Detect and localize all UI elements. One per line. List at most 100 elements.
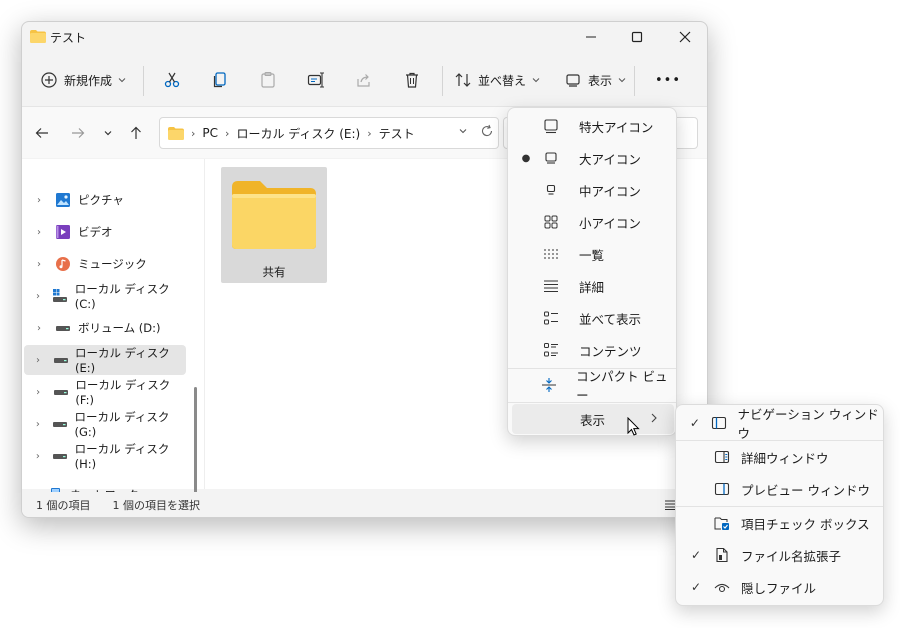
copy-button[interactable] [205,64,235,96]
details-icon [540,278,562,294]
item-checkbox-icon [712,515,732,531]
add-circle-icon [41,72,57,88]
mouse-cursor-icon [627,417,640,436]
delete-button[interactable] [397,64,427,96]
menu-divider [508,402,676,403]
sidebar-item-videos[interactable]: › ビデオ [24,217,186,247]
view-menu: 特大アイコン ● 大アイコン 中アイコン 小アイコン 一覧 詳細 並べて表示 コ… [507,107,677,436]
more-options-button[interactable]: ••• [649,64,687,96]
menu-item-label: 中アイコン [579,183,641,199]
address-bar[interactable]: › PC › ローカル ディスク (E:) › テスト [159,117,499,149]
submenu-item-preview-pane[interactable]: プレビュー ウィンドウ [680,474,881,504]
sidebar-item-label: ローカル ディスク (F:) [75,378,171,407]
menu-item-details[interactable]: 詳細 [512,271,674,301]
minimize-button[interactable] [568,22,614,52]
menu-item-small-icons[interactable]: 小アイコン [512,207,674,237]
menu-item-content[interactable]: コンテンツ [512,335,674,365]
submenu-item-label: ファイル名拡張子 [741,548,842,564]
new-label: 新規作成 [64,73,113,88]
toolbar-divider [634,66,635,96]
breadcrumb-drive[interactable]: ローカル ディスク (E:) [236,125,360,142]
up-button[interactable] [126,123,146,143]
refresh-icon[interactable] [480,124,494,138]
menu-item-tiles[interactable]: 並べて表示 [512,303,674,333]
close-button[interactable] [662,22,707,52]
sort-button[interactable]: 並べ替え [448,64,546,96]
back-button[interactable] [32,123,52,143]
submenu-item-item-checkboxes[interactable]: 項目チェック ボックス [680,508,881,538]
menu-item-label: コンパクト ビュー [576,369,668,403]
chevron-down-icon [532,78,540,83]
paste-button[interactable] [253,64,283,96]
breadcrumb-folder[interactable]: テスト [379,125,415,142]
new-button[interactable]: 新規作成 [34,64,132,96]
expand-chevron-icon[interactable]: › [24,259,54,270]
pane-divider[interactable] [204,159,205,489]
folder-icon [168,126,184,140]
expand-chevron-icon[interactable]: › [24,227,54,238]
share-icon [357,74,370,87]
menu-item-label: 並べて表示 [579,311,642,327]
address-history-icon[interactable] [458,126,468,136]
share-button[interactable] [349,64,379,96]
menu-item-large-icons[interactable]: ● 大アイコン [512,143,674,173]
sidebar-item-label: ビデオ [78,225,113,239]
expand-chevron-icon[interactable]: › [24,323,54,334]
status-bar: 1 個の項目 1 個の項目を選択 [22,492,707,517]
submenu-item-hidden-items[interactable]: ✓ 隠しファイル [680,572,881,602]
pictures-icon [54,192,72,208]
sidebar-item-drive-h[interactable]: › ローカル ディスク (H:) [24,441,186,471]
checkmark-icon: ✓ [690,548,702,562]
checkmark-icon: ✓ [689,416,700,430]
drive-icon [52,352,69,368]
menu-item-list[interactable]: 一覧 [512,239,674,269]
expand-chevron-icon[interactable]: › [24,195,54,206]
sidebar-item-music[interactable]: › ミュージック [24,249,186,279]
cut-button[interactable] [157,64,187,96]
view-button[interactable]: 表示 [558,64,632,96]
submenu-item-file-extensions[interactable]: ✓ ファイル名拡張子 [680,540,881,570]
rename-button[interactable] [301,64,331,96]
maximize-button[interactable] [614,22,660,52]
sidebar-scroll-thumb[interactable] [194,387,197,499]
copy-icon [213,72,226,88]
content-icon [540,342,562,358]
item-count: 1 個の項目 [36,499,91,512]
sidebar-item-drive-d[interactable]: › ボリューム (D:) [24,313,186,343]
breadcrumb-pc[interactable]: PC [202,126,218,140]
menu-item-compact-view[interactable]: コンパクト ビュー [512,369,674,403]
menu-item-extra-large-icons[interactable]: 特大アイコン [512,111,674,141]
menu-item-medium-icons[interactable]: 中アイコン [512,175,674,205]
menu-item-label: 表示 [580,412,606,428]
sidebar-item-label: ローカル ディスク (E:) [74,346,170,375]
recent-locations-button[interactable] [98,123,118,143]
sidebar-item-drive-f[interactable]: › ローカル ディスク (F:) [24,377,186,407]
expand-chevron-icon[interactable]: › [24,355,52,366]
forward-button[interactable] [68,123,88,143]
expand-chevron-icon[interactable]: › [24,291,52,302]
sidebar-item-drive-c[interactable]: › ローカル ディスク (C:) [24,281,186,311]
menu-item-show[interactable]: 表示 [512,404,674,434]
scissors-icon [164,72,180,88]
file-item-folder[interactable]: 共有 [221,167,327,283]
rename-icon [307,72,324,88]
selected-bullet-icon: ● [521,152,531,164]
menu-divider [676,440,883,441]
maximize-icon [631,31,643,43]
sidebar-item-drive-g[interactable]: › ローカル ディスク (G:) [24,409,186,439]
submenu-item-details-pane[interactable]: 詳細ウィンドウ [680,442,881,472]
expand-chevron-icon[interactable]: › [24,419,52,430]
expand-chevron-icon[interactable]: › [24,451,52,462]
command-bar: 新規作成 並べ替え 表示 ••• [22,58,707,104]
chevron-right-icon [651,413,657,423]
menu-item-label: 大アイコン [579,151,641,167]
sidebar-item-pictures[interactable]: › ピクチャ [24,185,186,215]
sidebar-item-drive-e[interactable]: › ローカル ディスク (E:) [24,345,186,375]
paste-icon [261,71,275,88]
arrow-right-icon [72,128,85,138]
expand-chevron-icon[interactable]: › [24,387,52,398]
more-options-icon: ••• [655,72,682,88]
submenu-item-navigation-pane[interactable]: ✓ ナビゲーション ウィンドウ [680,407,881,441]
arrow-left-icon [35,128,48,138]
navigation-pane: › ピクチャ › ビデオ › ミュージック › ローカル ディスク (C:) › [22,159,198,502]
